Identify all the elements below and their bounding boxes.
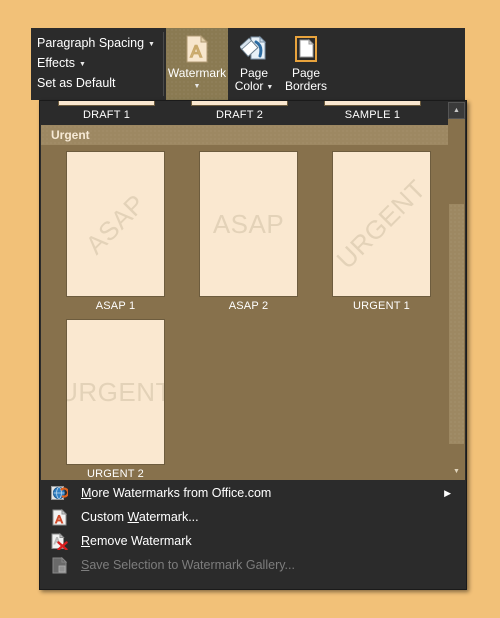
thumbnail-page: ASAP [199,151,298,297]
ribbon-strip: Paragraph Spacing ▼ Effects ▼ Set as Def… [31,28,465,100]
thumbnail-page: URGENT [332,151,431,297]
gallery-item-urgent-1[interactable]: URGENT URGENT 1 [315,151,448,313]
scroll-up-glyph: ▲ [453,107,460,114]
gallery-item-sample-1[interactable]: SAMPLE 1 [306,101,439,125]
gallery-item-draft-1[interactable]: DRAFT 1 [40,101,173,125]
gallery-item-label: URGENT 1 [352,300,411,312]
chevron-down-icon: ▼ [148,41,155,48]
menu-item-more-watermarks[interactable]: More Watermarks from Office.com ▶ [41,481,465,505]
menu-item-remove-watermark[interactable]: A Remove Watermark [41,529,465,553]
thumbnail-page: URGENT [66,319,165,465]
scroll-up-arrow-icon[interactable]: ▲ [448,102,465,119]
thumbnail-page-sliver [324,101,421,106]
watermark-button[interactable]: A Watermark ▼ [166,28,228,100]
watermark-menu-section: More Watermarks from Office.com ▶ A Cust… [41,480,465,588]
ribbon-command-label: Paragraph Spacing [37,36,145,50]
watermark-preview-text: URGENT [332,173,431,275]
save-selection-icon [49,556,69,574]
svg-text:A: A [55,514,63,526]
thumbnail-page-sliver [58,101,155,106]
scrollbar-track[interactable] [448,119,465,463]
gallery-thumbnail-grid: ASAP ASAP 1 ASAP ASAP 2 URGENT URGENT 1 … [41,145,449,480]
watermark-preview-text: URGENT [67,376,164,407]
page-color-button-label-line2: Color ▼ [235,80,274,93]
gallery-item-label: DRAFT 2 [215,109,264,121]
gallery-viewport: Urgent ASAP ASAP 1 ASAP ASAP 2 URGENT UR… [41,125,449,480]
menu-item-save-selection: Save Selection to Watermark Gallery... [41,553,465,577]
page-color-label-text: Color [234,79,264,93]
paint-bucket-page-icon [239,33,269,65]
ribbon-command-paragraph-spacing[interactable]: Paragraph Spacing ▼ [34,34,163,53]
office-online-globe-icon [49,484,69,502]
scroll-down-glyph: ▼ [453,468,460,475]
watermark-gallery-dropdown: DRAFT 1 DRAFT 2 SAMPLE 1 Urgent ASAP ASA… [39,100,467,590]
chevron-down-icon: ▼ [193,83,201,90]
gallery-item-label: ASAP 2 [228,300,269,312]
watermark-button-label: Watermark [167,66,227,80]
gallery-item-label: DRAFT 1 [82,109,131,121]
thumbnail-page-sliver [191,101,288,106]
watermark-preview-text: ASAP [212,208,285,239]
scrollbar-thumb[interactable] [449,204,464,444]
gallery-item-draft-2[interactable]: DRAFT 2 [173,101,306,125]
gallery-item-label: URGENT 2 [86,468,145,480]
ribbon-command-label: Effects [37,56,75,70]
gallery-item-asap-1[interactable]: ASAP ASAP 1 [49,151,182,313]
page-borders-icon [291,33,321,65]
ribbon-command-set-as-default[interactable]: Set as Default [34,74,163,93]
scroll-down-arrow-icon[interactable]: ▼ [448,463,465,480]
ribbon-command-effects[interactable]: Effects ▼ [34,54,163,73]
gallery-item-asap-2[interactable]: ASAP ASAP 2 [182,151,315,313]
chevron-down-icon: ▼ [78,61,86,68]
page-borders-button-label-line2: Borders [284,79,328,93]
gallery-item-urgent-2[interactable]: URGENT URGENT 2 [49,319,182,480]
ribbon-text-commands-group: Paragraph Spacing ▼ Effects ▼ Set as Def… [31,28,163,100]
gallery-item-label: ASAP 1 [95,300,136,312]
custom-watermark-document-icon: A [49,508,69,526]
menu-item-label: More Watermarks from Office.com [81,486,272,500]
chevron-down-icon: ▼ [266,84,274,91]
page-borders-button[interactable]: Page Borders [280,28,332,100]
watermark-document-icon: A [182,33,212,65]
page-color-button[interactable]: Page Color ▼ [228,28,280,100]
remove-watermark-icon: A [49,532,69,550]
submenu-arrow-icon: ▶ [444,487,451,498]
menu-item-custom-watermark[interactable]: A Custom Watermark... [41,505,465,529]
watermark-preview-text: ASAP [79,187,151,260]
thumbnail-page: ASAP [66,151,165,297]
gallery-scrollbar[interactable]: ▲ ▼ [448,102,465,480]
ribbon-command-label: Set as Default [37,76,116,90]
svg-text:A: A [190,42,202,61]
gallery-item-label: SAMPLE 1 [344,109,401,121]
menu-item-label: Save Selection to Watermark Gallery... [81,558,295,572]
menu-item-label: Custom Watermark... [81,510,199,524]
menu-item-label: Remove Watermark [81,534,192,548]
gallery-partial-top-row: DRAFT 1 DRAFT 2 SAMPLE 1 [40,101,449,125]
gallery-category-title: Urgent [51,128,90,142]
ribbon-buttons-group: A Watermark ▼ Page Color ▼ Page Borders [164,28,332,100]
gallery-category-header: Urgent [41,125,449,145]
